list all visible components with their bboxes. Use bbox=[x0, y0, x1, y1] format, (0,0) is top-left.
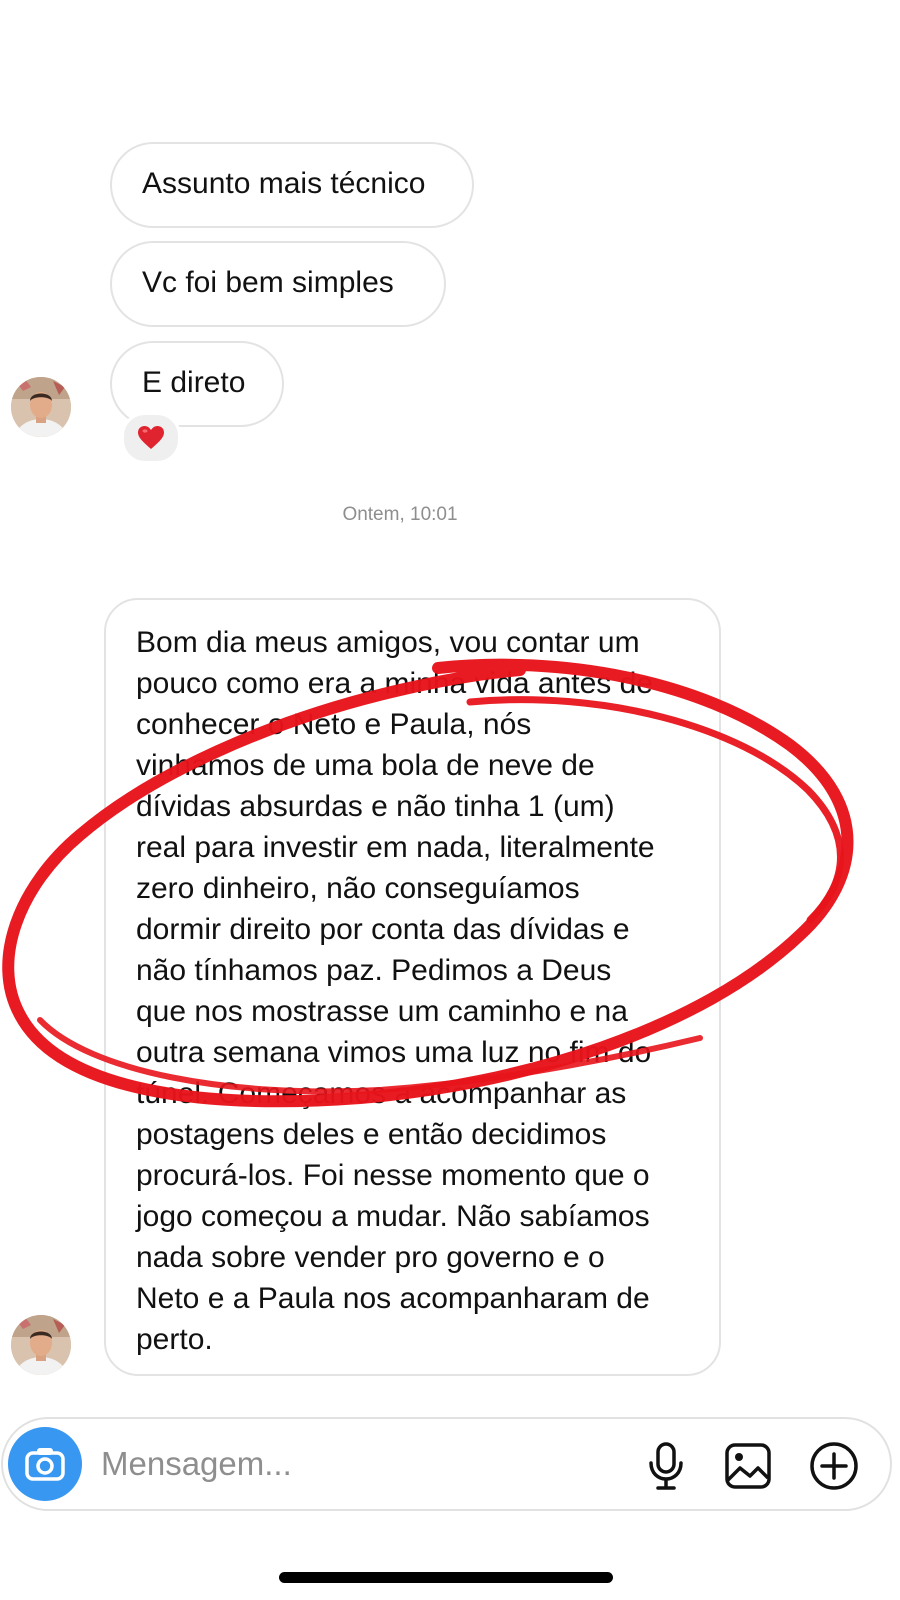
add-button[interactable] bbox=[809, 1441, 859, 1491]
camera-icon bbox=[25, 1448, 65, 1481]
camera-button[interactable] bbox=[8, 1427, 82, 1501]
message-text: E direto bbox=[142, 366, 246, 399]
message-line: conhecer o Neto e Paula, nós bbox=[136, 708, 532, 741]
message-line: jogo começou a mudar. Não sabíamos bbox=[136, 1200, 650, 1233]
person-avatar-icon bbox=[11, 377, 71, 437]
message-line: perto. bbox=[136, 1323, 213, 1356]
heart-reaction[interactable] bbox=[121, 412, 181, 464]
message-line: outra semana vimos uma luz no fim do bbox=[136, 1036, 652, 1069]
message-text: Assunto mais técnico bbox=[142, 167, 426, 200]
message-line: Neto e a Paula nos acompanharam de bbox=[136, 1282, 650, 1315]
message-line: pouco como era a minha vida antes de bbox=[136, 667, 653, 700]
message-line: que nos mostrasse um caminho e na bbox=[136, 995, 628, 1028]
timestamp: Ontem, 10:01 bbox=[342, 504, 458, 525]
message-line: nada sobre vender pro governo e o bbox=[136, 1241, 605, 1274]
message-bubble[interactable]: Assunto mais técnico bbox=[110, 142, 474, 228]
message-line: vinhamos de uma bola de neve de bbox=[136, 749, 595, 782]
heart-icon bbox=[138, 426, 164, 449]
message-line: túnel. Começamos a acompanhar as bbox=[136, 1077, 627, 1110]
message-line: real para investir em nada, literalmente bbox=[136, 831, 655, 864]
microphone-icon bbox=[649, 1442, 683, 1490]
gallery-icon bbox=[725, 1443, 771, 1489]
message-line: zero dinheiro, não conseguíamos bbox=[136, 872, 580, 905]
message-line: postagens deles e então decidimos bbox=[136, 1118, 607, 1151]
message-composer bbox=[1, 1417, 892, 1511]
avatar[interactable] bbox=[11, 1315, 71, 1375]
message-text: Vc foi bem simples bbox=[142, 266, 394, 299]
microphone-button[interactable] bbox=[641, 1441, 691, 1491]
message-bubble[interactable]: Vc foi bem simples bbox=[110, 241, 446, 327]
gallery-button[interactable] bbox=[723, 1441, 773, 1491]
message-line: Bom dia meus amigos, vou contar um bbox=[136, 626, 640, 659]
home-indicator[interactable] bbox=[279, 1572, 613, 1583]
long-message-bubble[interactable]: Bom dia meus amigos, vou contar um pouco… bbox=[104, 598, 721, 1376]
person-avatar-icon bbox=[11, 1315, 71, 1375]
plus-circle-icon bbox=[810, 1442, 858, 1490]
message-line: não tínhamos paz. Pedimos a Deus bbox=[136, 954, 612, 987]
message-line: dívidas absurdas e não tinha 1 (um) bbox=[136, 790, 615, 823]
avatar[interactable] bbox=[11, 377, 71, 437]
message-line: procurá-los. Foi nesse momento que o bbox=[136, 1159, 650, 1192]
message-line: dormir direito por conta das dívidas e bbox=[136, 913, 630, 946]
message-input[interactable] bbox=[101, 1441, 521, 1487]
